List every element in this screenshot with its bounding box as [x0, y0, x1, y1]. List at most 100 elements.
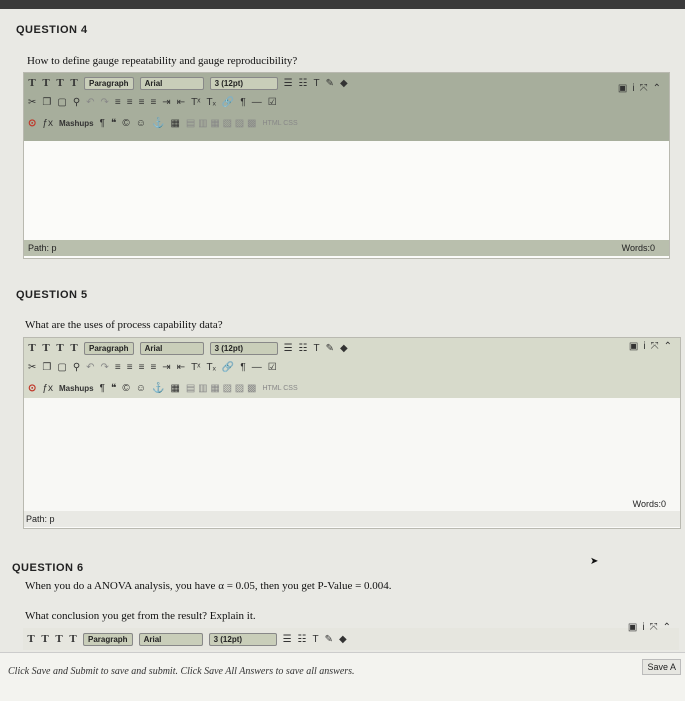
paragraph-select[interactable]: Paragraph	[83, 632, 133, 646]
redo-icon[interactable]: ↷	[101, 362, 109, 373]
paste-icon[interactable]: ▢	[57, 362, 66, 373]
indent-icon[interactable]: ⇥	[162, 97, 170, 108]
mashups-menu[interactable]: Mashups	[59, 384, 94, 393]
align-right-icon[interactable]: ≡	[139, 97, 145, 108]
font-select[interactable]: Arial	[139, 76, 204, 90]
italic-button[interactable]: T	[42, 342, 50, 354]
justify-icon[interactable]: ≡	[150, 362, 156, 373]
indent-icon[interactable]: ⇥	[162, 362, 170, 373]
info-icon[interactable]: i	[642, 622, 644, 633]
highlight-icon[interactable]: ✎	[326, 343, 334, 354]
cut-icon[interactable]: ✂	[28, 362, 36, 373]
align-right-icon[interactable]: ≡	[139, 362, 145, 373]
subscript-icon[interactable]: Tₓ	[206, 362, 215, 373]
copy-icon[interactable]: ❐	[42, 97, 51, 108]
formula-icon[interactable]: ƒx	[42, 383, 53, 394]
superscript-icon[interactable]: Tˣ	[191, 362, 200, 373]
find-icon[interactable]: ⚲	[73, 97, 80, 108]
paste-icon[interactable]: ▢	[57, 97, 66, 108]
fullscreen-icon[interactable]: ⤧	[651, 341, 659, 352]
ltr-icon[interactable]: ¶	[240, 97, 245, 108]
anchor-icon[interactable]: ⚓	[152, 383, 164, 394]
outdent-icon[interactable]: ⇤	[177, 97, 185, 108]
preview-icon[interactable]: ▣	[629, 341, 638, 352]
table-icon[interactable]: ▦	[170, 383, 179, 394]
question-4-text-area[interactable]	[24, 141, 669, 239]
undo-icon[interactable]: ↶	[86, 362, 94, 373]
align-left-icon[interactable]: ≡	[115, 97, 121, 108]
text-color-icon[interactable]: T	[313, 634, 319, 645]
justify-icon[interactable]: ≡	[150, 97, 156, 108]
hr-icon[interactable]: —	[252, 97, 262, 108]
record-icon[interactable]: ⊙	[28, 383, 36, 394]
table-tools-icon[interactable]: ▤ ▥ ▦ ▧ ▨ ▩	[186, 118, 257, 129]
html-css-button[interactable]: HTML CSS	[262, 385, 297, 392]
quote-icon[interactable]: ❝	[111, 118, 116, 129]
collapse-icon[interactable]: ⌃	[663, 622, 671, 633]
size-select[interactable]: 3 (12pt)	[208, 632, 277, 646]
align-center-icon[interactable]: ≡	[127, 97, 133, 108]
size-select[interactable]: 3 (12pt)	[209, 341, 278, 355]
highlight-icon[interactable]: ✎	[326, 78, 334, 89]
preview-icon[interactable]: ▣	[618, 83, 627, 94]
bold-button[interactable]: T	[28, 342, 36, 354]
undo-icon[interactable]: ↶	[86, 97, 94, 108]
bold-button[interactable]: T	[27, 633, 35, 645]
spellcheck-icon[interactable]: ☑	[268, 362, 277, 373]
bullet-list-icon[interactable]: ☰	[284, 78, 293, 89]
collapse-icon[interactable]: ⌃	[653, 83, 661, 94]
emoticon-icon[interactable]: ☺	[136, 118, 146, 129]
info-icon[interactable]: i	[643, 341, 645, 352]
info-icon[interactable]: i	[632, 83, 634, 94]
superscript-icon[interactable]: Tˣ	[191, 97, 200, 108]
italic-button[interactable]: T	[41, 633, 49, 645]
quote-icon[interactable]: ❝	[111, 383, 116, 394]
spellcheck-icon[interactable]: ☑	[268, 97, 277, 108]
strikethrough-button[interactable]: T	[70, 77, 78, 89]
collapse-icon[interactable]: ⌃	[664, 341, 672, 352]
fullscreen-icon[interactable]: ⤧	[640, 83, 648, 94]
eraser-icon[interactable]: ◆	[340, 343, 348, 354]
strikethrough-button[interactable]: T	[70, 342, 78, 354]
html-css-button[interactable]: HTML CSS	[262, 120, 297, 127]
copyright-icon[interactable]: ©	[122, 383, 129, 394]
eraser-icon[interactable]: ◆	[339, 634, 347, 645]
outdent-icon[interactable]: ⇤	[177, 362, 185, 373]
font-select[interactable]: Arial	[139, 341, 204, 355]
emoticon-icon[interactable]: ☺	[136, 383, 146, 394]
paragraph-mark-icon[interactable]: ¶	[100, 118, 105, 129]
numbered-list-icon[interactable]: ☷	[298, 634, 307, 645]
cut-icon[interactable]: ✂	[28, 97, 36, 108]
paragraph-select[interactable]: Paragraph	[84, 76, 134, 90]
paragraph-mark-icon[interactable]: ¶	[100, 383, 105, 394]
mashups-menu[interactable]: Mashups	[59, 119, 94, 128]
paragraph-select[interactable]: Paragraph	[84, 341, 134, 355]
copy-icon[interactable]: ❐	[42, 362, 51, 373]
font-select[interactable]: Arial	[138, 632, 203, 646]
save-all-answers-button[interactable]: Save A	[642, 659, 681, 675]
underline-button[interactable]: T	[56, 342, 64, 354]
numbered-list-icon[interactable]: ☷	[299, 343, 308, 354]
copyright-icon[interactable]: ©	[122, 118, 129, 129]
ltr-icon[interactable]: ¶	[240, 362, 245, 373]
highlight-icon[interactable]: ✎	[325, 634, 333, 645]
fullscreen-icon[interactable]: ⤧	[650, 622, 658, 633]
italic-button[interactable]: T	[42, 77, 50, 89]
align-left-icon[interactable]: ≡	[115, 362, 121, 373]
hr-icon[interactable]: —	[252, 362, 262, 373]
question-4-editor[interactable]: T T T T Paragraph Arial 3 (12pt) ☰ ☷ T ✎…	[23, 72, 670, 259]
eraser-icon[interactable]: ◆	[340, 78, 348, 89]
formula-icon[interactable]: ƒx	[42, 118, 53, 129]
strikethrough-button[interactable]: T	[69, 633, 77, 645]
redo-icon[interactable]: ↷	[101, 97, 109, 108]
underline-button[interactable]: T	[56, 77, 64, 89]
bullet-list-icon[interactable]: ☰	[283, 634, 292, 645]
subscript-icon[interactable]: Tₓ	[206, 97, 215, 108]
bullet-list-icon[interactable]: ☰	[284, 343, 293, 354]
table-icon[interactable]: ▦	[170, 118, 179, 129]
link-icon[interactable]: 🔗	[222, 97, 234, 108]
preview-icon[interactable]: ▣	[628, 622, 637, 633]
align-center-icon[interactable]: ≡	[127, 362, 133, 373]
link-icon[interactable]: 🔗	[222, 362, 234, 373]
text-color-icon[interactable]: T	[314, 78, 320, 89]
